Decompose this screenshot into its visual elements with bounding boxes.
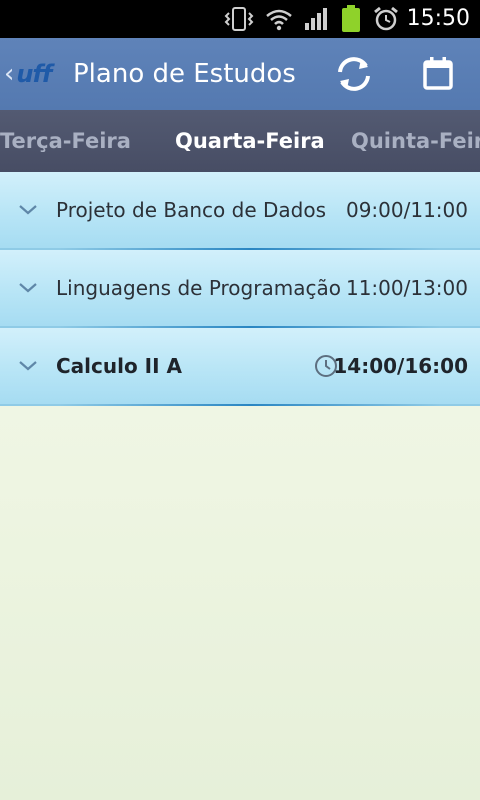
battery-icon <box>342 5 360 32</box>
tab-next-day[interactable]: Quinta-Feira <box>351 110 480 172</box>
refresh-icon <box>338 57 370 91</box>
alarm-icon <box>374 6 398 31</box>
course-time: 11:00/13:00 <box>345 276 468 300</box>
calendar-button[interactable] <box>416 52 460 96</box>
class-list: Projeto de Banco de Dados 09:00/11:00 Li… <box>0 172 480 406</box>
course-name: Linguagens de Programação <box>56 276 341 300</box>
class-row[interactable]: Linguagens de Programação 11:00/13:00 <box>0 250 480 328</box>
calendar-icon <box>423 57 453 90</box>
course-name: Projeto de Banco de Dados <box>56 198 326 222</box>
wifi-icon <box>266 9 292 31</box>
action-bar: ‹ uff Plano de Estudos <box>0 38 480 110</box>
class-row[interactable]: Projeto de Banco de Dados 09:00/11:00 <box>0 172 480 250</box>
class-row-current[interactable]: Calculo II A 14:00/16:00 <box>0 328 480 406</box>
status-icons <box>224 0 400 38</box>
vibrate-icon <box>224 7 254 31</box>
refresh-button[interactable] <box>330 52 378 96</box>
course-time: 14:00/16:00 <box>333 354 468 378</box>
home-up-button[interactable]: ‹ uff <box>4 48 68 100</box>
chevron-down-icon <box>18 172 40 248</box>
course-name: Calculo II A <box>56 354 183 378</box>
chevron-down-icon <box>18 328 40 404</box>
chevron-left-icon: ‹ <box>4 59 15 89</box>
app-title: Plano de Estudos <box>73 59 296 89</box>
tab-previous-day[interactable]: Terça-Feira <box>0 110 131 172</box>
course-time: 09:00/11:00 <box>345 198 468 222</box>
status-time: 15:50 <box>406 6 470 31</box>
uff-logo: uff <box>16 60 52 88</box>
chevron-down-icon <box>18 250 40 326</box>
status-bar: 15:50 <box>0 0 480 38</box>
signal-icon <box>305 8 327 30</box>
day-tabs: Terça-Feira Quarta-Feira Quinta-Feira <box>0 110 480 172</box>
tab-current-day[interactable]: Quarta-Feira <box>175 110 325 172</box>
